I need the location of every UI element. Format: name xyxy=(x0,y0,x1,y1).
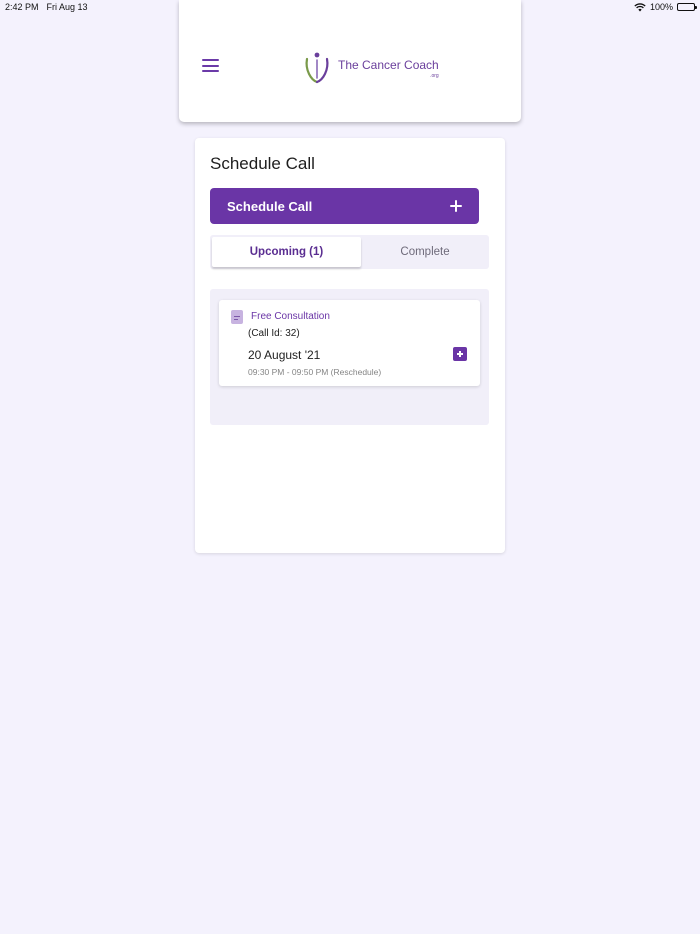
call-type: Free Consultation xyxy=(251,311,330,322)
call-time[interactable]: 09:30 PM - 09:50 PM (Reschedule) xyxy=(248,367,381,377)
logo: The Cancer Coach .org xyxy=(301,50,439,84)
call-list: Free Consultation (Call Id: 32) 20 Augus… xyxy=(210,289,489,425)
status-time: 2:42 PM xyxy=(5,2,39,12)
schedule-call-button-label: Schedule Call xyxy=(227,198,313,214)
call-id: (Call Id: 32) xyxy=(248,328,300,339)
call-date: 20 August '21 xyxy=(248,348,321,362)
schedule-call-card: Schedule Call Schedule Call Upcoming (1)… xyxy=(195,138,505,553)
plus-icon xyxy=(450,200,462,212)
call-tabs: Upcoming (1) Complete xyxy=(210,235,489,269)
logo-text: The Cancer Coach xyxy=(338,58,439,72)
tab-complete[interactable]: Complete xyxy=(361,235,489,269)
wifi-icon xyxy=(634,2,646,12)
battery-percent: 100% xyxy=(649,2,673,12)
schedule-call-button[interactable]: Schedule Call xyxy=(210,188,479,224)
battery-icon xyxy=(677,3,697,11)
hamburger-menu-icon[interactable] xyxy=(202,59,219,72)
tab-upcoming[interactable]: Upcoming (1) xyxy=(212,237,361,267)
list-item[interactable]: Free Consultation (Call Id: 32) 20 Augus… xyxy=(219,300,480,386)
add-icon[interactable] xyxy=(453,347,467,361)
app-header: The Cancer Coach .org xyxy=(179,0,521,122)
document-icon xyxy=(231,310,243,324)
logo-suffix: .org xyxy=(430,73,439,79)
page-title: Schedule Call xyxy=(210,154,315,173)
status-date: Fri Aug 13 xyxy=(46,2,88,12)
ribbon-figure-icon xyxy=(305,52,329,84)
